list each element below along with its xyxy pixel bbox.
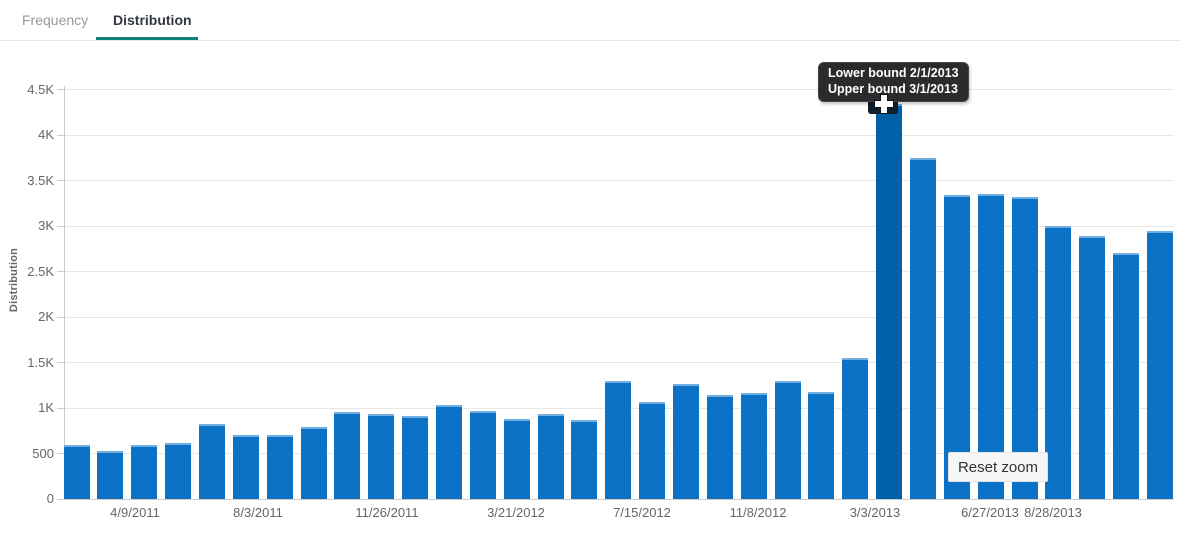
distribution-chart-page: Frequency Distribution 05001K1.5K2K2.5K3… xyxy=(0,0,1181,539)
y-axis-line xyxy=(64,86,65,499)
y-gridline xyxy=(64,135,1174,136)
bar-highlighted[interactable] xyxy=(876,104,902,499)
y-axis-tick xyxy=(57,317,64,318)
y-axis-tick xyxy=(57,408,64,409)
bar[interactable] xyxy=(808,392,834,499)
bar[interactable] xyxy=(673,384,699,499)
x-axis-tick-label: 3/3/2013 xyxy=(815,505,935,520)
y-axis-tick-label: 0 xyxy=(0,491,54,506)
bar[interactable] xyxy=(97,451,123,499)
bar[interactable] xyxy=(1113,253,1139,499)
tooltip-upper-bound: Upper bound 3/1/2013 xyxy=(828,82,959,98)
x-axis-tick-label: 4/9/2011 xyxy=(75,505,195,520)
bar[interactable] xyxy=(504,419,530,499)
y-axis-tick xyxy=(57,226,64,227)
x-axis-tick-label: 7/15/2012 xyxy=(582,505,702,520)
bar[interactable] xyxy=(436,405,462,499)
y-gridline xyxy=(64,180,1174,181)
bar[interactable] xyxy=(1045,226,1071,499)
y-axis-tick-label: 1.5K xyxy=(0,355,54,370)
tab-frequency[interactable]: Frequency xyxy=(22,10,88,30)
bar[interactable] xyxy=(368,414,394,499)
y-axis-tick xyxy=(57,89,64,90)
tab-bar: Frequency Distribution xyxy=(0,0,1181,41)
bar[interactable] xyxy=(775,381,801,499)
bar[interactable] xyxy=(233,435,259,499)
x-axis-tick-label: 11/26/2011 xyxy=(327,505,447,520)
y-axis-tick xyxy=(57,180,64,181)
bar[interactable] xyxy=(1079,236,1105,499)
bar[interactable] xyxy=(571,420,597,499)
bar[interactable] xyxy=(741,393,767,499)
bar[interactable] xyxy=(605,381,631,499)
bar[interactable] xyxy=(910,158,936,499)
bar[interactable] xyxy=(707,395,733,499)
bar[interactable] xyxy=(64,445,90,499)
bar[interactable] xyxy=(267,435,293,499)
y-axis-tick-label: 3.5K xyxy=(0,173,54,188)
bar[interactable] xyxy=(1147,231,1173,499)
bar[interactable] xyxy=(470,411,496,499)
y-axis-tick-label: 4K xyxy=(0,127,54,142)
bar[interactable] xyxy=(639,402,665,499)
y-gridline xyxy=(64,362,1174,363)
reset-zoom-button[interactable]: Reset zoom xyxy=(948,452,1048,482)
y-gridline xyxy=(64,226,1174,227)
tab-distribution[interactable]: Distribution xyxy=(113,10,192,30)
bar[interactable] xyxy=(402,416,428,499)
y-axis-tick-label: 1K xyxy=(0,400,54,415)
y-gridline xyxy=(64,271,1174,272)
bar[interactable] xyxy=(842,358,868,500)
x-axis-tick-label: 11/8/2012 xyxy=(698,505,818,520)
tooltip-lower-bound: Lower bound 2/1/2013 xyxy=(828,66,959,82)
bar[interactable] xyxy=(538,414,564,499)
x-axis-tick-label: 8/3/2011 xyxy=(198,505,318,520)
bar[interactable] xyxy=(301,427,327,499)
y-axis-tick-label: 500 xyxy=(0,446,54,461)
bar[interactable] xyxy=(131,445,157,499)
y-axis-tick xyxy=(57,271,64,272)
bar[interactable] xyxy=(199,424,225,499)
y-axis-tick xyxy=(57,135,64,136)
y-axis-tick-label: 3K xyxy=(0,218,54,233)
bar[interactable] xyxy=(334,412,360,499)
plus-crosshair-cursor-icon xyxy=(875,95,893,113)
active-tab-underline xyxy=(96,37,198,40)
y-axis-tick-label: 4.5K xyxy=(0,82,54,97)
y-axis-title: Distribution xyxy=(8,248,20,312)
x-axis-tick-label: 8/28/2013 xyxy=(993,505,1113,520)
bar[interactable] xyxy=(165,443,191,499)
y-gridline xyxy=(64,317,1174,318)
y-gridline xyxy=(64,89,1174,90)
x-axis-tick-label: 3/21/2012 xyxy=(456,505,576,520)
chart-tooltip: Lower bound 2/1/2013 Upper bound 3/1/201… xyxy=(818,62,969,102)
y-axis-tick xyxy=(57,362,64,363)
